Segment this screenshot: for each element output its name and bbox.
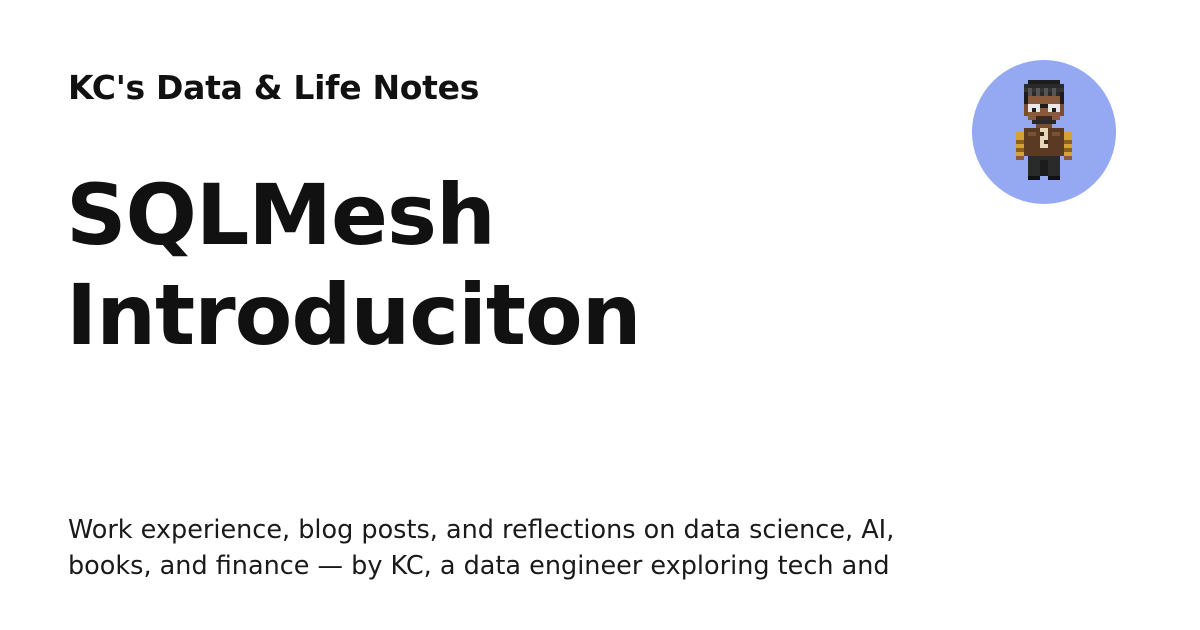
site-name: KC's Data & Life Notes — [68, 68, 480, 107]
pixel-avatar-icon — [1016, 80, 1072, 180]
avatar — [972, 60, 1116, 204]
og-card: KC's Data & Life Notes SQLMesh Introduci… — [0, 0, 1200, 630]
post-description: Work experience, blog posts, and reflect… — [68, 515, 895, 581]
post-title: SQLMesh Introduciton — [66, 166, 642, 364]
